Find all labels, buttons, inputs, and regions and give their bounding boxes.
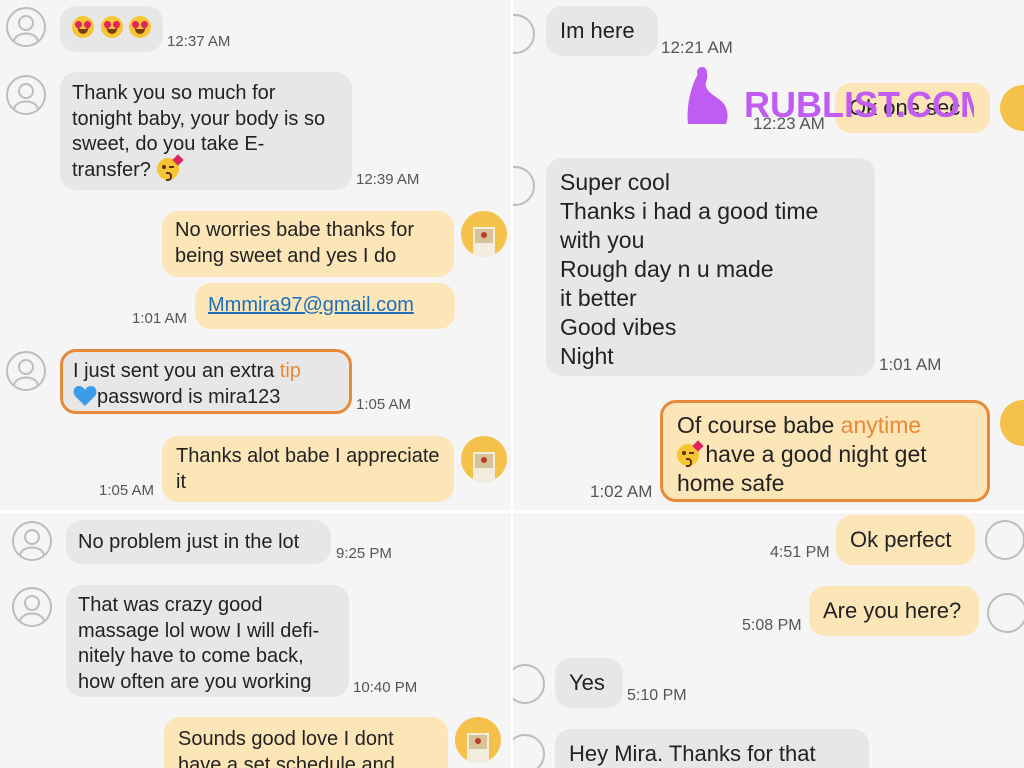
user-avatar[interactable] <box>455 717 501 763</box>
contact-avatar[interactable] <box>987 593 1024 633</box>
message-text: No worries babe thanks for being sweet a… <box>175 219 415 267</box>
message-timestamp: 1:01 AM <box>132 310 188 327</box>
contact-avatar[interactable] <box>513 664 545 704</box>
heart-eyes-emoji <box>72 16 94 38</box>
contact-avatar[interactable] <box>513 14 535 54</box>
contact-avatar[interactable] <box>513 734 545 768</box>
message-bubble-incoming[interactable]: Super cool Thanks i had a good time with… <box>546 158 875 376</box>
highlighted-word: tip <box>279 360 301 382</box>
highlighted-word: anytime <box>840 412 922 438</box>
heart-eyes-emoji <box>100 16 123 38</box>
message-text: Of course babe <box>677 412 835 438</box>
message-text: Thanks alot babe I appreciate it <box>176 445 440 493</box>
message-text: That was crazy good massage lol wow I wi… <box>78 594 320 693</box>
message-bubble-incoming[interactable]: Yes <box>555 658 623 708</box>
message-line: Good vibes <box>560 314 677 340</box>
user-avatar[interactable] <box>1000 400 1024 446</box>
message-bubble-outgoing[interactable]: No worries babe thanks for being sweet a… <box>162 211 454 277</box>
message-line: Super cool <box>560 169 670 195</box>
message-timestamp: 5:08 PM <box>742 617 802 634</box>
chat-panel-bottom-right: Ok perfect 4:51 PM Are you here? 5:08 PM… <box>513 513 1024 768</box>
message-line: Thanks i had a good time <box>560 198 819 224</box>
heart-eyes-emoji <box>129 16 152 38</box>
message-text: I just sent you an extra <box>73 360 275 382</box>
message-timestamp: 1:05 AM <box>356 396 412 413</box>
contact-avatar[interactable] <box>513 166 535 206</box>
message-timestamp: 12:21 AM <box>661 38 733 57</box>
contact-avatar[interactable] <box>6 7 46 47</box>
message-bubble-incoming[interactable]: No problem just in the lot <box>66 520 331 564</box>
message-timestamp: 12:37 AM <box>167 33 231 50</box>
message-timestamp: 9:25 PM <box>336 545 392 562</box>
contact-avatar[interactable] <box>12 521 52 561</box>
message-bubble-outgoing[interactable]: Thanks alot babe I appreciate it <box>162 436 454 502</box>
contact-avatar[interactable] <box>6 351 46 391</box>
message-timestamp: 1:01 AM <box>879 355 942 374</box>
chat-panel-bottom-left: No problem just in the lot 9:25 PM That … <box>0 513 511 768</box>
message-text: password is mira123 <box>97 385 281 408</box>
message-bubble-incoming[interactable]: Thank you so much for tonight baby, your… <box>60 72 352 190</box>
message-text: Are you here? <box>823 598 962 623</box>
message-text: Thank you so much for tonight baby, your… <box>72 82 326 181</box>
message-timestamp: 1:02 AM <box>590 482 653 501</box>
message-text: Ok perfect <box>850 527 952 552</box>
message-bubble-incoming[interactable]: Hey Mira. Thanks for that <box>555 729 869 768</box>
email-link-bubble[interactable]: Mmmira97@gmail.com <box>195 283 455 329</box>
message-line: Rough day n u made <box>560 256 774 282</box>
message-bubble-outgoing[interactable]: Sounds good love I dont have a set sched… <box>164 717 448 768</box>
chat-panel-top-left: 12:37 AM Thank you so much for tonight b… <box>0 0 511 510</box>
user-avatar[interactable] <box>461 211 507 257</box>
message-bubble-highlighted[interactable]: I just sent you an extra tip password is… <box>60 349 352 414</box>
message-line: Night <box>560 343 614 369</box>
message-timestamp: 5:10 PM <box>627 687 687 704</box>
message-timestamp: 4:51 PM <box>770 544 830 561</box>
message-bubble-incoming[interactable]: That was crazy good massage lol wow I wi… <box>66 585 349 697</box>
rublist-watermark-logo: RUBLIST.COM <box>687 67 974 125</box>
message-bubble-incoming[interactable]: Im here <box>546 6 658 56</box>
blue-heart-icon <box>73 385 97 406</box>
kiss-emoji <box>156 153 184 181</box>
message-bubble-outgoing[interactable]: Are you here? <box>809 586 979 636</box>
message-text: Yes <box>569 670 605 695</box>
message-line: with you <box>560 227 645 253</box>
message-timestamp: 1:05 AM <box>99 482 155 499</box>
message-timestamp: 10:40 PM <box>353 679 418 696</box>
watermark-text: RUBLIST.COM <box>744 84 974 125</box>
message-text: No problem just in the lot <box>78 531 300 553</box>
user-avatar[interactable] <box>461 436 507 482</box>
message-line: it better <box>560 285 637 311</box>
message-bubble-incoming[interactable] <box>60 6 163 52</box>
message-text: Sounds good love I dont have a set sched… <box>178 728 395 768</box>
message-bubble-highlighted[interactable]: Of course babe anytime have a good night… <box>660 400 990 502</box>
message-text: have a good night get home safe <box>677 441 927 496</box>
message-bubble-outgoing[interactable]: Ok perfect <box>836 515 975 565</box>
message-timestamp: 12:39 AM <box>356 171 420 188</box>
contact-avatar[interactable] <box>12 587 52 627</box>
contact-avatar[interactable] <box>6 75 46 115</box>
email-link[interactable]: Mmmira97@gmail.com <box>208 294 414 316</box>
user-avatar[interactable] <box>1000 85 1024 131</box>
kiss-emoji <box>677 440 704 467</box>
message-text: Im here <box>560 18 635 43</box>
message-text: Hey Mira. Thanks for that <box>569 741 816 766</box>
contact-avatar[interactable] <box>985 520 1024 560</box>
